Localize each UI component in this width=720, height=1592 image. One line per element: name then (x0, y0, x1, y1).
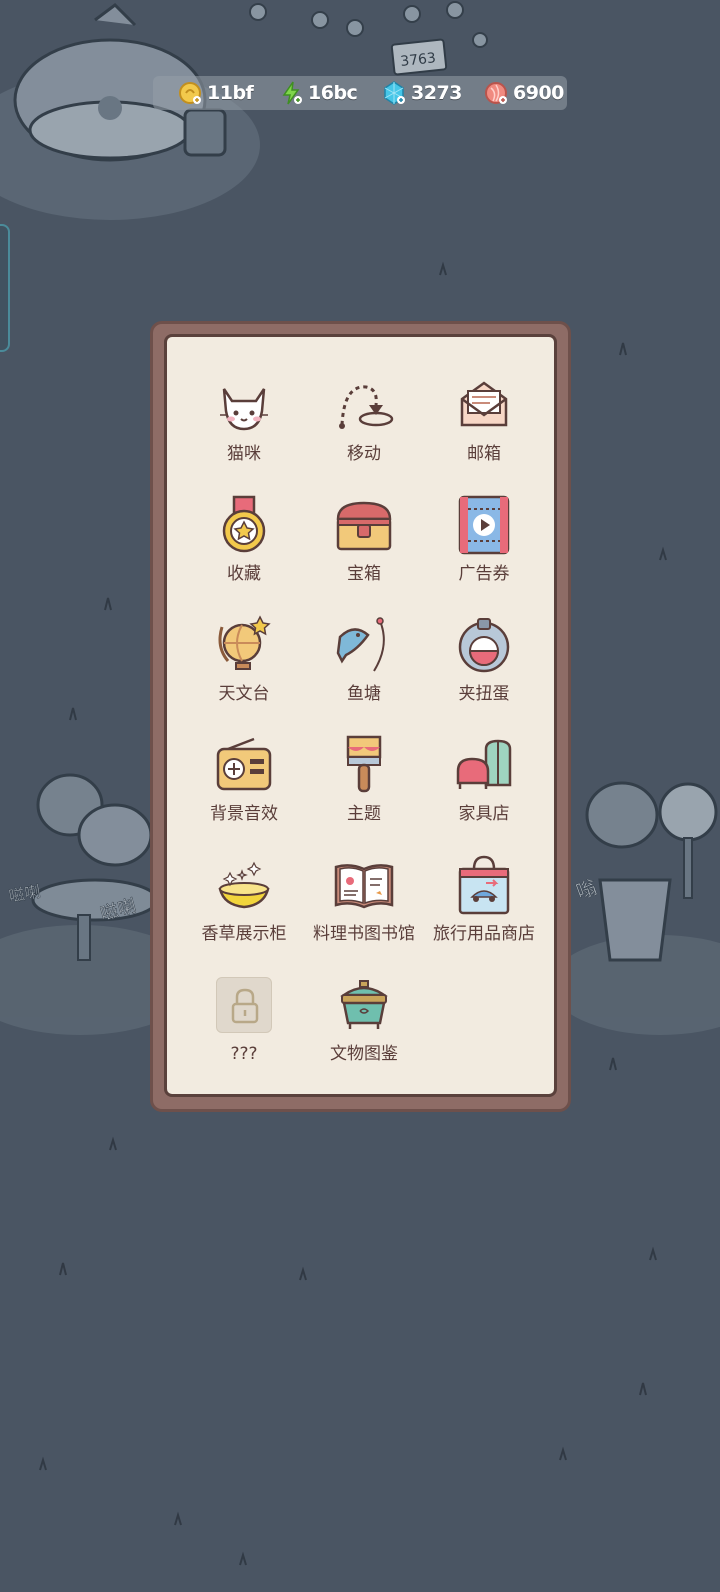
medal-icon (214, 495, 274, 555)
energy-value: 16bc (308, 82, 358, 104)
menu-item-label: 广告券 (458, 564, 510, 584)
shell-counter[interactable]: 6900 (483, 76, 564, 110)
menu-item-label: 料理书图书馆 (313, 924, 415, 944)
gem-value: 3273 (411, 82, 462, 104)
menu-item-fish-pond[interactable]: 鱼塘 (304, 609, 424, 719)
paintbrush-icon (334, 735, 394, 795)
antique-pot-icon (334, 975, 394, 1035)
menu-item-furniture-shop[interactable]: 家具店 (424, 729, 544, 839)
energy-counter[interactable]: 16bc (278, 76, 358, 110)
cat-icon (214, 375, 274, 435)
menu-item-label: 宝箱 (347, 564, 381, 584)
menu-item-label: 天文台 (218, 684, 270, 704)
shopping-bag-icon (454, 855, 514, 915)
menu-panel: 猫咪 移动 邮箱 收藏 宝箱 广告券 天文台 鱼塘 夹扭蛋 背景音效 主题 家具… (150, 321, 571, 1112)
menu-item-herb-cabinet[interactable]: 香草展示柜 (184, 849, 304, 959)
menu-item-label: 邮箱 (467, 444, 501, 464)
resource-bar: 11bf 16bc 3273 6900 (153, 76, 567, 110)
menu-item-travel-shop[interactable]: 旅行用品商店 (424, 849, 544, 959)
menu-item-label: 旅行用品商店 (433, 924, 535, 944)
menu-item-label: 文物图鉴 (330, 1044, 398, 1064)
menu-item-label: ??? (230, 1044, 258, 1064)
side-tab[interactable] (0, 224, 10, 352)
signpost: 3763 (390, 38, 448, 76)
menu-item-label: 猫咪 (227, 444, 261, 464)
menu-item-label: 背景音效 (210, 804, 278, 824)
menu-item-label: 家具店 (458, 804, 510, 824)
menu-item-label: 鱼塘 (347, 684, 381, 704)
menu-item-label: 香草展示柜 (201, 924, 287, 944)
menu-item-label: 移动 (347, 444, 381, 464)
menu-item-locked[interactable]: ??? (184, 969, 304, 1079)
coin-counter[interactable]: 11bf (177, 76, 254, 110)
globe-star-icon (214, 615, 274, 675)
menu-item-cookbook-library[interactable]: 料理书图书馆 (304, 849, 424, 959)
gem-icon (381, 80, 407, 106)
mail-envelope-icon (454, 375, 514, 435)
menu-item-claw-machine[interactable]: 夹扭蛋 (424, 609, 544, 719)
menu-item-mailbox[interactable]: 邮箱 (424, 369, 544, 479)
golden-bowl-icon (214, 855, 274, 915)
menu-item-move[interactable]: 移动 (304, 369, 424, 479)
menu-item-observatory[interactable]: 天文台 (184, 609, 304, 719)
menu-item-artifact-guide[interactable]: 文物图鉴 (304, 969, 424, 1079)
menu-item-label: 主题 (347, 804, 381, 824)
menu-item-background-sound[interactable]: 背景音效 (184, 729, 304, 839)
ad-ticket-icon (454, 495, 514, 555)
claw-capsule-icon (454, 615, 514, 675)
fish-hook-icon (334, 615, 394, 675)
move-arrow-icon (334, 375, 394, 435)
menu-item-cats[interactable]: 猫咪 (184, 369, 304, 479)
coin-icon (177, 80, 203, 106)
menu-item-label: 收藏 (227, 564, 261, 584)
menu-item-label: 夹扭蛋 (458, 684, 510, 704)
lock-icon (214, 975, 274, 1035)
sofa-door-icon (454, 735, 514, 795)
shell-value: 6900 (513, 82, 564, 104)
menu-item-collection[interactable]: 收藏 (184, 489, 304, 599)
menu-grid: 猫咪 移动 邮箱 收藏 宝箱 广告券 天文台 鱼塘 夹扭蛋 背景音效 主题 家具… (164, 334, 557, 1097)
shell-icon (483, 80, 509, 106)
open-cookbook-icon (334, 855, 394, 915)
menu-item-theme[interactable]: 主题 (304, 729, 424, 839)
lightning-icon (278, 80, 304, 106)
coin-value: 11bf (207, 82, 254, 104)
radio-icon (214, 735, 274, 795)
gem-counter[interactable]: 3273 (381, 76, 462, 110)
treasure-chest-icon (334, 495, 394, 555)
menu-item-treasure[interactable]: 宝箱 (304, 489, 424, 599)
menu-item-ad-ticket[interactable]: 广告券 (424, 489, 544, 599)
